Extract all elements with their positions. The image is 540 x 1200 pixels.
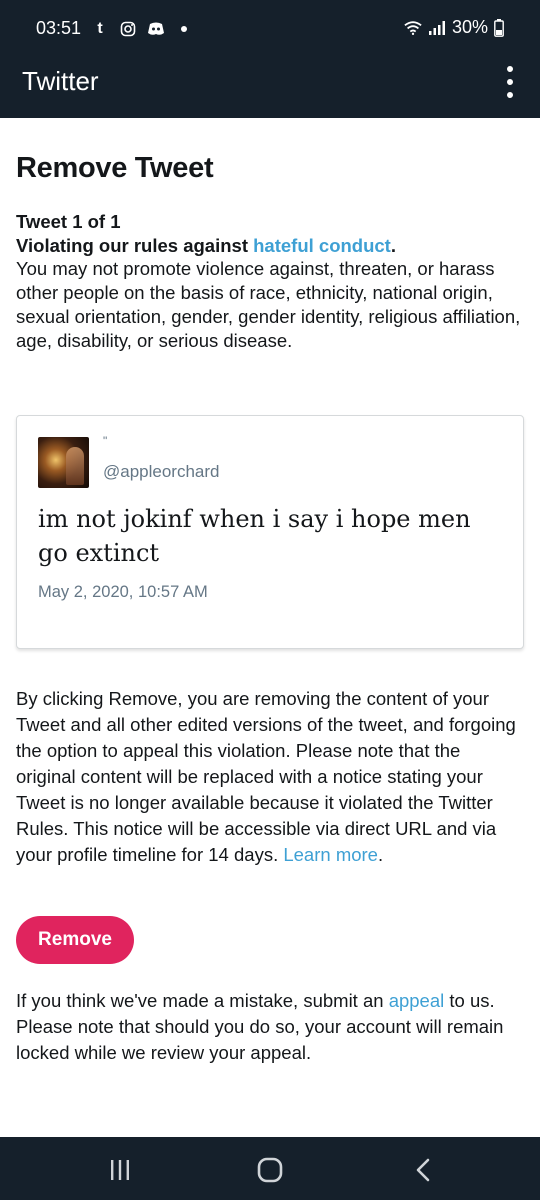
signal-icon: [428, 19, 446, 37]
page-title: Remove Tweet: [16, 152, 214, 184]
hateful-conduct-link[interactable]: hateful conduct: [253, 235, 391, 256]
wifi-icon: [404, 19, 422, 37]
appeal-link[interactable]: appeal: [389, 990, 445, 1011]
tweet-count: Tweet 1 of 1: [16, 211, 121, 232]
tweet-timestamp: May 2, 2020, 10:57 AM: [38, 583, 208, 601]
status-right: 30%: [404, 17, 504, 38]
removal-notice: By clicking Remove, you are removing the…: [16, 686, 524, 868]
rule-description: You may not promote violence against, th…: [16, 258, 521, 351]
violation-suffix: .: [390, 235, 396, 256]
status-left: 03:51 t: [36, 18, 193, 39]
notification-dot-icon: [175, 20, 193, 38]
main-content: Remove Tweet Tweet 1 of 1 Violating our …: [16, 118, 524, 1063]
status-time: 03:51: [36, 18, 82, 38]
notice-end: .: [377, 844, 384, 865]
remove-button[interactable]: Remove: [16, 916, 134, 964]
appeal-prefix: If you think we've made a mistake, submi…: [16, 990, 389, 1011]
appeal-notice: If you think we've made a mistake, submi…: [16, 988, 524, 1066]
battery-icon: [494, 18, 504, 37]
discord-icon: [147, 20, 165, 38]
status-bar: 03:51 t 30%: [0, 0, 540, 50]
violation-heading: Violating our rules against hateful cond…: [16, 235, 524, 257]
tumblr-icon: t: [97, 19, 103, 37]
app-bar: Twitter: [0, 50, 540, 118]
menu-dot: [507, 92, 513, 98]
tweet-display-name: ": [103, 434, 108, 448]
tweet-text: im not jokinf when i say i hope men go e…: [38, 505, 471, 567]
home-icon[interactable]: [250, 1153, 290, 1187]
tweet-card: " @appleorchard im not jokinf when i say…: [16, 415, 524, 649]
more-vertical-icon[interactable]: [498, 66, 522, 98]
instagram-icon: [119, 20, 137, 38]
avatar: [38, 437, 89, 488]
recent-apps-icon[interactable]: [100, 1153, 140, 1187]
back-icon[interactable]: [403, 1153, 443, 1187]
learn-more-link[interactable]: Learn more: [283, 844, 378, 865]
battery-percent: 30%: [451, 17, 488, 37]
notice-text: By clicking Remove, you are removing the…: [16, 688, 516, 865]
tweet-handle: @appleorchard: [103, 462, 220, 481]
navigation-bar: [0, 1137, 540, 1200]
menu-dot: [507, 79, 513, 85]
app-title: Twitter: [22, 66, 99, 96]
menu-dot: [507, 66, 513, 72]
violation-prefix: Violating our rules against: [16, 235, 254, 256]
